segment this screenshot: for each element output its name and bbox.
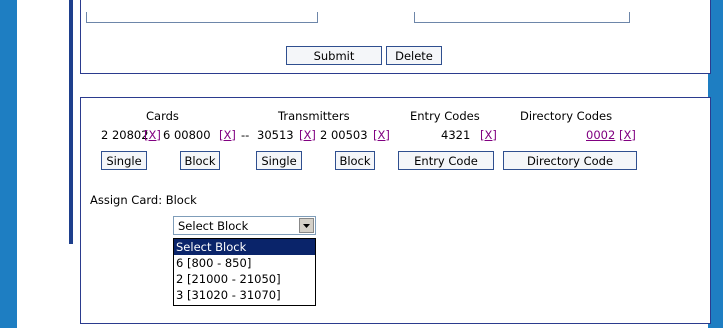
entry-code-button[interactable]: Entry Code [398,151,494,170]
transmitter-value-2: 2 00503 [320,128,368,142]
block-option[interactable]: 2 [21000 - 21050] [174,271,315,287]
entry-code-remove[interactable]: [X] [480,128,497,142]
directory-code-link[interactable]: 0002 [586,128,615,142]
chevron-down-icon[interactable] [299,218,314,233]
header-directory-codes: Directory Codes [520,109,613,123]
block-select[interactable]: Select Block [173,216,316,235]
submit-button[interactable]: Submit [286,46,382,65]
delete-button[interactable]: Delete [386,46,442,65]
directory-code-remove[interactable]: [X] [619,128,636,142]
header-cards: Cards [146,109,179,123]
header-transmitters: Transmitters [278,109,350,123]
left-accent-bar [69,0,73,244]
transmitters-block-button[interactable]: Block [335,151,375,170]
block-option[interactable]: 3 [31020 - 31070] [174,287,315,303]
block-option[interactable]: Select Block [174,239,315,255]
assign-card-label: Assign Card: Block [90,193,197,207]
entry-code-value: 4321 [441,128,471,142]
directory-code-button[interactable]: Directory Code [503,151,637,170]
range-separator: -- [241,128,250,142]
block-select-dropdown: Select Block 6 [800 - 850] 2 [21000 - 21… [173,238,316,306]
transmitter-value-1: 30513 [257,128,294,142]
transmitters-single-button[interactable]: Single [256,151,302,170]
card-value-2: 6 00800 [163,128,211,142]
header-entry-codes: Entry Codes [410,109,480,123]
block-select-value: Select Block [178,219,249,233]
card-remove-2[interactable]: [X] [219,128,236,142]
transmitter-remove-2[interactable]: [X] [373,128,390,142]
card-value-1: 2 20802 [101,128,149,142]
transmitter-remove-1[interactable]: [X] [299,128,316,142]
card-remove-1[interactable]: [X] [144,128,161,142]
top-field-left[interactable] [86,12,318,23]
block-option[interactable]: 6 [800 - 850] [174,255,315,271]
top-field-right[interactable] [414,12,630,23]
cards-block-button[interactable]: Block [180,151,220,170]
cards-single-button[interactable]: Single [101,151,147,170]
